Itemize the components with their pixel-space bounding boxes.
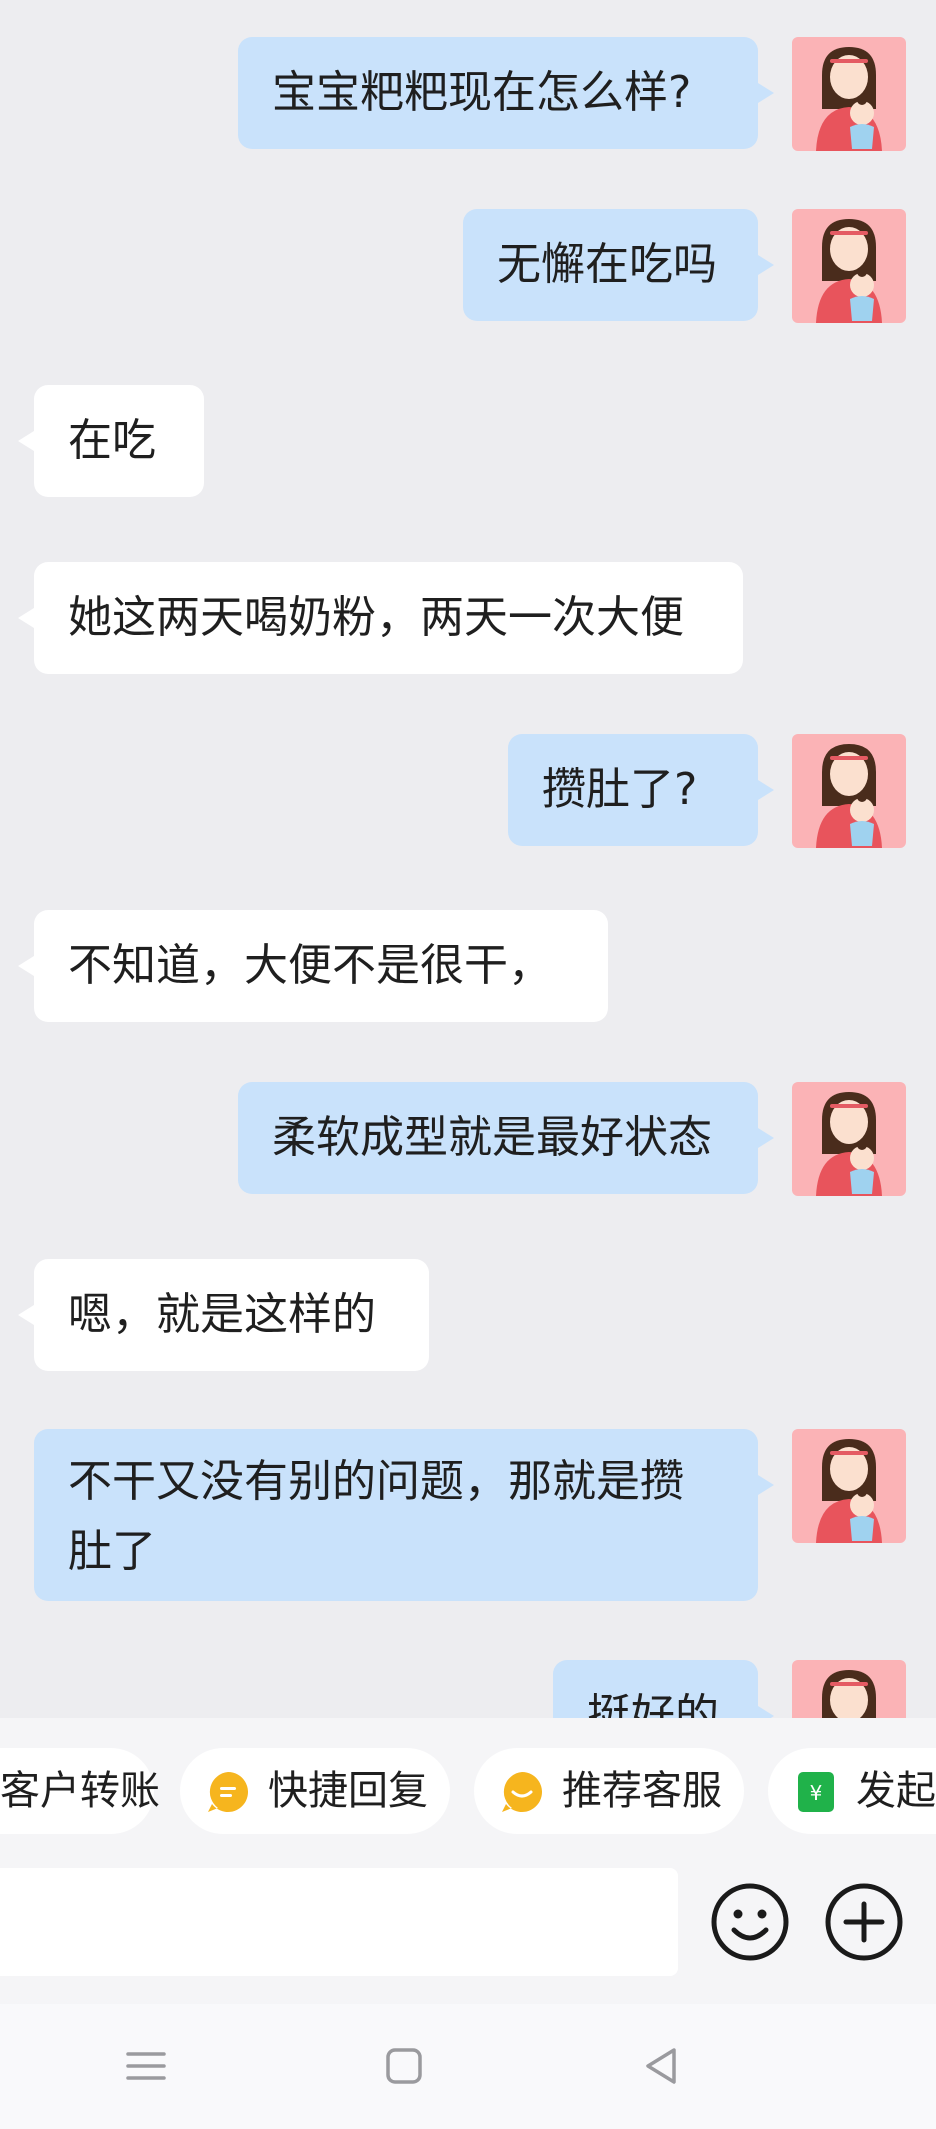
message-input[interactable] [0,1868,678,1976]
message-bubble-incoming[interactable]: 她这两天喝奶粉，两天一次大便 [18,562,743,674]
home-icon[interactable] [372,2034,436,2098]
transfer-label: 客户转账 [0,1768,160,1814]
user-avatar[interactable] [792,209,906,323]
bubble-tail [758,1475,774,1495]
mother-baby-avatar-icon [816,219,882,323]
bubble-tail [758,780,774,800]
bubble-tail [758,1706,774,1718]
bubble-tail [18,431,34,451]
user-avatar[interactable] [792,1082,906,1196]
svg-text:¥: ¥ [810,1781,823,1805]
menu-icon[interactable] [114,2034,178,2098]
recommend-service-label: 推荐客服 [562,1768,722,1814]
bubble-tail [18,608,34,628]
message-text: 挺好的 [587,1690,719,1718]
message-text: 无懈在吃吗 [497,239,717,290]
transfer-button[interactable]: 客户转账 [0,1748,160,1834]
emoji-icon[interactable] [710,1882,790,1962]
message-text: 不知道，大便不是很干， [68,940,552,991]
bubble-tail [18,1305,34,1325]
bubble-tail [758,83,774,103]
quick-reply-button[interactable]: 快捷回复 [180,1748,450,1834]
bubble-tail [758,255,774,275]
message-bubble-outgoing[interactable]: 无懈在吃吗 [463,209,774,321]
message-text: 不干又没有别的问题，那就是攒肚了 [68,1456,684,1577]
quick-action-bar[interactable]: 客户转账 快捷回复 推荐客服 ¥ 发起 [0,1718,936,1868]
plus-icon[interactable] [824,1882,904,1962]
message-text: 柔软成型就是最好状态 [272,1112,712,1163]
system-nav-bar [0,2004,936,2129]
user-avatar[interactable] [792,1429,906,1543]
payment-icon: ¥ [798,1772,834,1812]
message-bubble-incoming[interactable]: 嗯，就是这样的 [18,1259,429,1371]
recommend-service-button[interactable]: 推荐客服 [474,1748,744,1834]
bubble-tail [18,956,34,976]
mother-baby-avatar-icon [822,1670,876,1718]
bubble-tail [758,1128,774,1148]
mother-baby-avatar-icon [816,1092,882,1196]
user-avatar[interactable] [792,1660,906,1718]
mother-baby-avatar-icon [816,47,882,151]
initiate-payment-button[interactable]: ¥ 发起 [768,1748,936,1834]
user-avatar[interactable] [792,37,906,151]
mother-baby-avatar-icon [816,744,882,848]
message-bubble-incoming[interactable]: 在吃 [18,385,204,497]
message-text: 嗯，就是这样的 [68,1289,376,1340]
message-text: 宝宝粑粑现在怎么样? [272,67,692,118]
message-input-bar [0,1868,936,2004]
message-text: 在吃 [68,415,156,466]
message-bubble-outgoing[interactable]: 攒肚了? [508,734,774,846]
message-bubble-outgoing[interactable]: 宝宝粑粑现在怎么样? [238,37,774,149]
user-avatar[interactable] [792,734,906,848]
back-icon[interactable] [630,2034,694,2098]
message-bubble-outgoing[interactable]: 不干又没有别的问题，那就是攒肚了 [34,1429,774,1601]
initiate-payment-label: 发起 [856,1768,936,1814]
message-text: 攒肚了? [542,764,698,815]
message-text: 她这两天喝奶粉，两天一次大便 [68,592,684,643]
quick-reply-icon [208,1772,248,1812]
message-bubble-incoming[interactable]: 不知道，大便不是很干， [18,910,608,1022]
message-bubble-outgoing[interactable]: 挺好的 [553,1660,774,1718]
message-bubble-outgoing[interactable]: 柔软成型就是最好状态 [238,1082,774,1194]
quick-reply-label: 快捷回复 [268,1768,428,1814]
recommend-service-icon [502,1772,542,1812]
chat-message-list[interactable]: 宝宝粑粑现在怎么样? 无懈在吃吗 在吃 她这两天喝奶粉，两天一次大便 攒肚了? … [0,0,936,1718]
mother-baby-avatar-icon [816,1439,882,1543]
